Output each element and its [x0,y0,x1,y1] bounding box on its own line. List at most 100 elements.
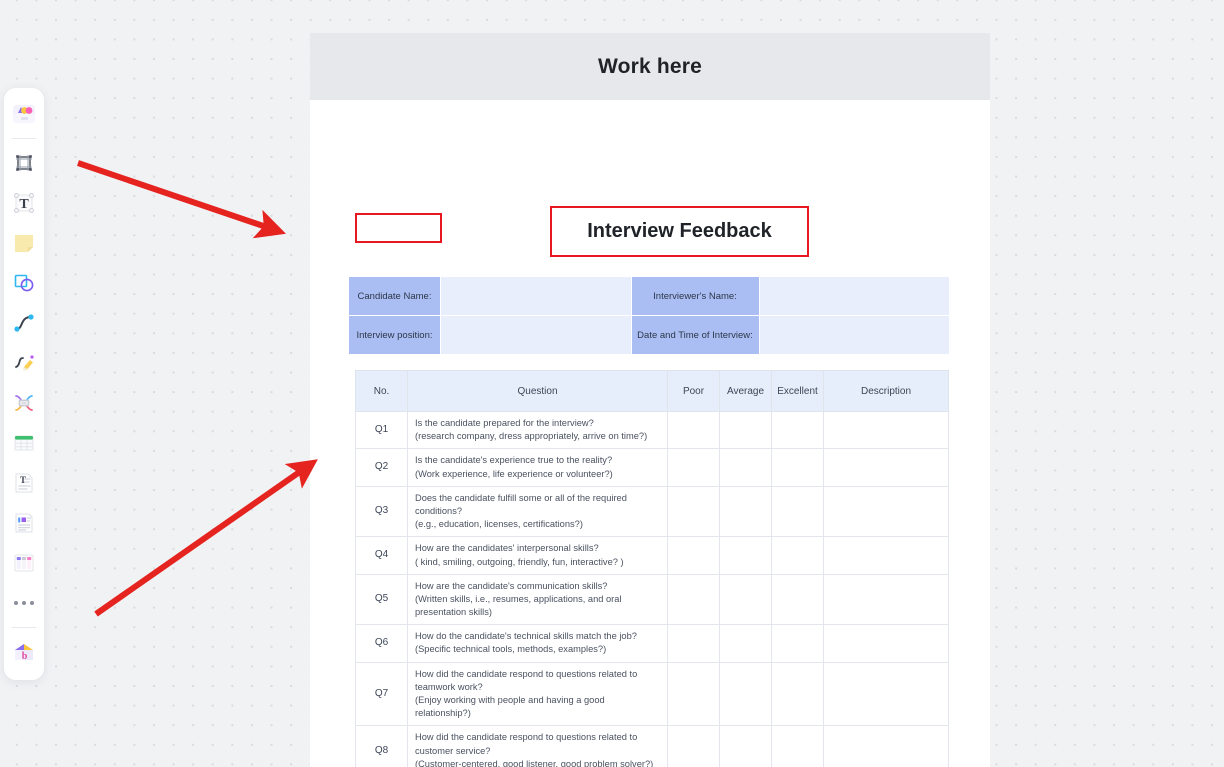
row-question[interactable]: Is the candidate prepared for the interv… [407,410,668,450]
header-excellent: Excellent [771,370,824,412]
table-row[interactable]: Q5 How are the candidate's communication … [355,573,949,626]
row-description[interactable] [823,573,949,626]
interviewer-name-label[interactable]: Interviewer's Name: [630,276,760,316]
app-logo-icon[interactable]: b [7,635,41,669]
row-poor[interactable] [667,485,720,538]
row-description[interactable] [823,661,949,727]
info-row: Candidate Name: Interviewer's Name: [348,276,950,316]
row-description[interactable] [823,410,949,450]
header-poor: Poor [667,370,720,412]
text-icon[interactable]: T [7,186,41,220]
interview-datetime-label[interactable]: Date and Time of Interview: [630,315,760,355]
shapes-palette-icon[interactable] [7,97,41,131]
row-poor[interactable] [667,725,720,767]
row-excellent[interactable] [771,536,824,575]
table-row[interactable]: Q7 How did the candidate respond to quest… [355,661,949,727]
table-row[interactable]: Q3 Does the candidate fulfill some or all… [355,485,949,538]
left-toolbar: T T b [4,88,44,680]
row-number[interactable]: Q1 [355,410,408,450]
row-average[interactable] [719,725,772,767]
row-poor[interactable] [667,410,720,450]
table-row[interactable]: Q8 How did the candidate respond to quest… [355,725,949,767]
row-number[interactable]: Q5 [355,573,408,626]
row-question[interactable]: How are the candidates' interpersonal sk… [407,536,668,575]
row-question[interactable]: How are the candidate's communication sk… [407,573,668,626]
row-description[interactable] [823,448,949,487]
sticky-note-icon[interactable] [7,226,41,260]
frame-icon[interactable] [7,146,41,180]
shape-tools-icon[interactable] [7,266,41,300]
form-title-box[interactable]: Interview Feedback [550,206,809,257]
mind-map-icon[interactable] [7,386,41,420]
candidate-info-table[interactable]: Candidate Name: Interviewer's Name: Inte… [348,276,950,355]
row-question[interactable]: How did the candidate respond to questio… [407,661,668,727]
document-header-band: Work here [310,33,990,100]
candidate-name-label[interactable]: Candidate Name: [348,276,441,316]
row-description[interactable] [823,725,949,767]
row-excellent[interactable] [771,624,824,663]
info-row: Interview position: Date and Time of Int… [348,315,950,355]
row-description[interactable] [823,624,949,663]
row-excellent[interactable] [771,661,824,727]
candidate-name-value[interactable] [440,276,632,316]
card-template-icon[interactable] [7,506,41,540]
row-number[interactable]: Q7 [355,661,408,727]
row-average[interactable] [719,448,772,487]
arrow-to-question-table [94,459,318,617]
header-question: Question [407,370,668,412]
row-average[interactable] [719,661,772,727]
row-poor[interactable] [667,573,720,626]
row-question[interactable]: How did the candidate respond to questio… [407,725,668,767]
row-excellent[interactable] [771,448,824,487]
row-excellent[interactable] [771,485,824,538]
table-header-row: No. Question Poor Average Excellent Desc… [355,370,949,412]
document-icon[interactable]: T [7,466,41,500]
row-poor[interactable] [667,624,720,663]
interview-position-label[interactable]: Interview position: [348,315,441,355]
row-poor[interactable] [667,448,720,487]
curve-line-icon[interactable] [7,306,41,340]
header-average: Average [719,370,772,412]
table-icon[interactable] [7,426,41,460]
row-excellent[interactable] [771,573,824,626]
arrow-to-candidate-name [77,160,286,239]
row-number[interactable]: Q6 [355,624,408,663]
row-excellent[interactable] [771,410,824,450]
form-title: Interview Feedback [587,220,772,242]
more-tools-icon[interactable] [7,586,41,620]
row-number[interactable]: Q3 [355,485,408,538]
toolbar-divider-bottom [12,627,36,628]
row-average[interactable] [719,485,772,538]
interview-datetime-value[interactable] [758,315,950,355]
row-poor[interactable] [667,661,720,727]
row-number[interactable]: Q2 [355,448,408,487]
row-question[interactable]: How do the candidate's technical skills … [407,624,668,663]
row-excellent[interactable] [771,725,824,767]
row-average[interactable] [719,410,772,450]
row-description[interactable] [823,536,949,575]
page-title: Work here [597,54,703,78]
interview-position-value[interactable] [440,315,632,355]
row-question[interactable]: Is the candidate's experience true to th… [407,448,668,487]
row-average[interactable] [719,624,772,663]
row-number[interactable]: Q4 [355,536,408,575]
row-average[interactable] [719,573,772,626]
row-number[interactable]: Q8 [355,725,408,767]
toolbar-divider-top [12,138,36,139]
interview-questions-table[interactable]: No. Question Poor Average Excellent Desc… [355,370,949,767]
kanban-board-icon[interactable] [7,546,41,580]
row-question[interactable]: Does the candidate fulfill some or all o… [407,485,668,538]
row-poor[interactable] [667,536,720,575]
table-row[interactable]: Q2 Is the candidate's experience true to … [355,448,949,487]
interviewer-name-value[interactable] [758,276,950,316]
table-row[interactable]: Q4 How are the candidates' interpersonal … [355,536,949,575]
table-row[interactable]: Q6 How do the candidate's technical skill… [355,624,949,663]
document-page[interactable]: Work here Interview Feedback Candidate N… [310,33,990,767]
table-row[interactable]: Q1 Is the candidate prepared for the inte… [355,410,949,450]
svg-text:T: T [20,475,26,485]
svg-text:b: b [22,651,28,662]
row-description[interactable] [823,485,949,538]
pen-draw-icon[interactable] [7,346,41,380]
svg-text:T: T [19,197,29,212]
row-average[interactable] [719,536,772,575]
